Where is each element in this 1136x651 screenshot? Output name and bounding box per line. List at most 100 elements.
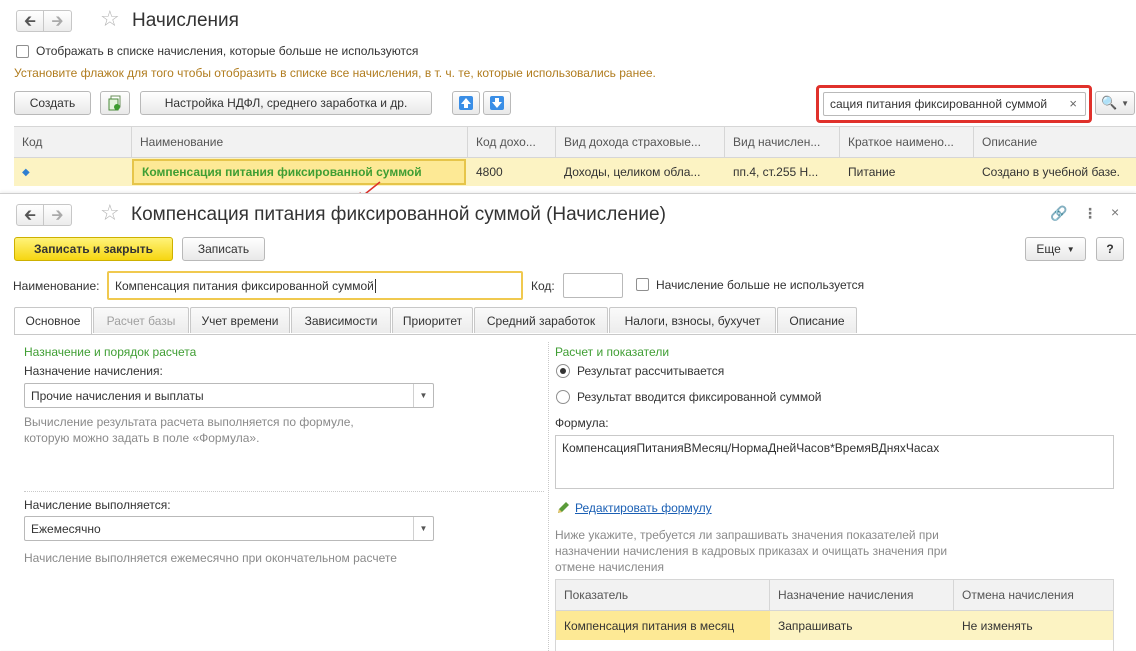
arrow-right-icon: 🡲 bbox=[51, 12, 64, 30]
column-header-cancel[interactable]: Отмена начисления bbox=[954, 580, 1113, 610]
magnifier-icon: 🔍 bbox=[1100, 95, 1118, 110]
column-header-accrual-type[interactable]: Вид начислен... bbox=[725, 127, 840, 157]
column-header-insurance-type[interactable]: Вид дохода страховые... bbox=[556, 127, 725, 157]
row-insurance-type-cell: Доходы, целиком обла... bbox=[564, 165, 701, 179]
row-accrual-type-cell: пп.4, ст.255 Н... bbox=[733, 165, 819, 179]
text-cursor bbox=[374, 278, 376, 293]
more-button[interactable]: Еще ▼ bbox=[1025, 237, 1086, 261]
tab-taxes[interactable]: Налоги, взносы, бухучет bbox=[609, 307, 776, 333]
formula-textarea[interactable]: КомпенсацияПитанияВМесяц/НормаДнейЧасов*… bbox=[555, 435, 1114, 489]
row-diamond-icon: ◆ bbox=[22, 166, 30, 178]
right-section-title: Расчет и показатели bbox=[555, 345, 670, 359]
indicators-grid-header: Показатель Назначение начисления Отмена … bbox=[556, 580, 1113, 611]
arrow-down-icon bbox=[490, 96, 504, 110]
periodicity-label: Начисление выполняется: bbox=[24, 498, 171, 512]
close-icon[interactable]: × bbox=[1111, 205, 1119, 219]
tab-dependencies[interactable]: Зависимости bbox=[291, 307, 391, 333]
form-forward-button[interactable]: 🡲 bbox=[44, 204, 72, 226]
unused-checkbox[interactable] bbox=[636, 278, 649, 291]
chevron-down-icon: ▼ bbox=[1121, 98, 1130, 108]
column-header-description[interactable]: Описание bbox=[974, 127, 1136, 157]
row-description-cell: Создано в учебной базе. bbox=[982, 165, 1120, 179]
chevron-down-icon: ▼ bbox=[1066, 244, 1075, 254]
search-input[interactable]: сация питания фиксированной суммой × bbox=[823, 92, 1086, 116]
back-button[interactable]: 🡰 bbox=[16, 10, 44, 32]
cancel-cell[interactable]: Не изменять bbox=[954, 611, 1113, 640]
show-unused-hint: Установите флажок для того чтобы отобраз… bbox=[14, 66, 656, 80]
show-unused-checkbox[interactable] bbox=[16, 45, 29, 58]
arrow-up-icon bbox=[459, 96, 473, 110]
column-header-short-name[interactable]: Краткое наимено... bbox=[840, 127, 974, 157]
tab-time-accounting[interactable]: Учет времени bbox=[190, 307, 290, 333]
form-window: 🡰 🡲 ☆ Компенсация питания фиксированной … bbox=[0, 193, 1136, 651]
tab-average-earnings[interactable]: Средний заработок bbox=[474, 307, 608, 333]
favorite-star-icon[interactable]: ☆ bbox=[100, 8, 120, 30]
row-short-name-cell: Питание bbox=[848, 165, 896, 179]
tab-main[interactable]: Основное bbox=[14, 307, 92, 334]
radio-calculated-label: Результат рассчитывается bbox=[577, 364, 725, 378]
search-button[interactable]: 🔍 ▼ bbox=[1095, 91, 1135, 115]
tab-bar: Основное Расчет базы Учет времени Зависи… bbox=[14, 307, 1136, 335]
show-unused-label: Отображать в списке начисления, которые … bbox=[36, 44, 419, 58]
radio-fixed-label: Результат вводится фиксированной суммой bbox=[577, 390, 822, 404]
periodicity-hint: Начисление выполняется ежемесячно при ок… bbox=[24, 551, 397, 565]
tab-base-calculation[interactable]: Расчет базы bbox=[93, 307, 189, 333]
purpose-select[interactable]: Прочие начисления и выплаты ▼ bbox=[24, 383, 434, 408]
move-down-button[interactable] bbox=[483, 91, 511, 115]
row-income-code-cell: 4800 bbox=[476, 165, 503, 179]
arrow-left-icon: 🡰 bbox=[23, 12, 37, 30]
table-row[interactable]: ◆ Компенсация питания фиксированной сумм… bbox=[14, 158, 1136, 186]
arrow-left-icon: 🡰 bbox=[23, 206, 37, 224]
periodicity-select[interactable]: Ежемесячно ▼ bbox=[24, 516, 434, 541]
name-label: Наименование: bbox=[13, 279, 100, 293]
code-label: Код: bbox=[531, 279, 555, 293]
clear-search-icon[interactable]: × bbox=[1069, 96, 1077, 111]
search-input-value: сация питания фиксированной суммой bbox=[830, 97, 1048, 111]
ndfl-settings-button[interactable]: Настройка НДФЛ, среднего заработка и др. bbox=[140, 91, 432, 115]
create-button[interactable]: Создать bbox=[14, 91, 91, 115]
column-header-income-code[interactable]: Код дохо... bbox=[468, 127, 556, 157]
left-divider bbox=[24, 491, 544, 492]
indicator-cell[interactable]: Компенсация питания в месяц bbox=[556, 611, 770, 640]
form-favorite-star-icon[interactable]: ☆ bbox=[100, 202, 120, 224]
column-header-name[interactable]: Наименование bbox=[132, 127, 468, 157]
form-back-button[interactable]: 🡰 bbox=[16, 204, 44, 226]
assign-cell[interactable]: Запрашивать bbox=[770, 611, 954, 640]
move-up-button[interactable] bbox=[452, 91, 480, 115]
tab-priority[interactable]: Приоритет bbox=[392, 307, 473, 333]
radio-calculated[interactable] bbox=[556, 364, 570, 378]
radio-fixed[interactable] bbox=[556, 390, 570, 404]
form-title: Компенсация питания фиксированной суммой… bbox=[131, 204, 666, 225]
help-button[interactable]: ? bbox=[1096, 237, 1124, 261]
indicators-hint: Ниже укажите, требуется ли запрашивать з… bbox=[555, 528, 948, 574]
tab-description[interactable]: Описание bbox=[777, 307, 857, 333]
more-vertical-icon[interactable]: ⋮ bbox=[1083, 206, 1097, 220]
dropdown-arrow-icon[interactable]: ▼ bbox=[413, 517, 433, 540]
table-row[interactable]: Компенсация питания в месяц Запрашивать … bbox=[556, 611, 1113, 640]
link-icon[interactable]: 🔗 bbox=[1050, 206, 1067, 220]
column-header-indicator[interactable]: Показатель bbox=[556, 580, 770, 610]
dropdown-arrow-icon[interactable]: ▼ bbox=[413, 384, 433, 407]
copy-button[interactable] bbox=[100, 91, 130, 115]
left-section-title: Назначение и порядок расчета bbox=[24, 345, 197, 359]
row-name-cell[interactable]: Компенсация питания фиксированной суммой bbox=[132, 159, 466, 185]
code-input[interactable] bbox=[563, 273, 623, 298]
formula-label: Формула: bbox=[555, 416, 609, 430]
forward-button[interactable]: 🡲 bbox=[44, 10, 72, 32]
list-window: 🡰 🡲 ☆ Начисления Отображать в списке нач… bbox=[0, 0, 1136, 192]
column-header-assign[interactable]: Назначение начисления bbox=[770, 580, 954, 610]
purpose-label: Назначение начисления: bbox=[24, 364, 163, 378]
row-marker: ◆ bbox=[14, 158, 132, 186]
page-title: Начисления bbox=[132, 10, 239, 31]
arrow-right-icon: 🡲 bbox=[51, 206, 64, 224]
name-input[interactable]: Компенсация питания фиксированной суммой bbox=[107, 271, 523, 300]
save-and-close-button[interactable]: Записать и закрыть bbox=[14, 237, 173, 261]
pencil-icon bbox=[558, 502, 569, 513]
column-divider bbox=[548, 342, 549, 651]
purpose-hint: Вычисление результата расчета выполняетс… bbox=[24, 415, 354, 445]
unused-label: Начисление больше не используется bbox=[656, 278, 865, 292]
save-button[interactable]: Записать bbox=[182, 237, 265, 261]
column-header-code[interactable]: Код bbox=[14, 127, 132, 157]
edit-formula-link[interactable]: Редактировать формулу bbox=[575, 501, 712, 515]
indicators-grid: Показатель Назначение начисления Отмена … bbox=[555, 579, 1114, 651]
